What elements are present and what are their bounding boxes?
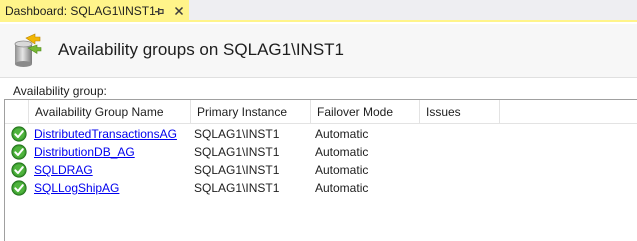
- healthy-check-icon: [11, 162, 27, 178]
- failover-mode-cell: Automatic: [315, 181, 369, 195]
- healthy-check-icon: [11, 126, 27, 142]
- document-tab-strip: Dashboard: SQLAG1\INST1: [0, 0, 637, 22]
- column-header-filler: [500, 100, 637, 124]
- page-title: Availability groups on SQLAG1\INST1: [58, 40, 344, 59]
- table-row[interactable]: SQLDRAG SQLAG1\INST1 Automatic: [5, 161, 637, 179]
- availability-group-icon: [13, 32, 43, 68]
- dashboard-tab[interactable]: Dashboard: SQLAG1\INST1: [0, 0, 189, 22]
- pin-icon[interactable]: [152, 4, 166, 18]
- dashboard-tab-title[interactable]: Dashboard: SQLAG1\INST1: [5, 4, 156, 18]
- dashboard-header: Availability groups on SQLAG1\INST1: [0, 24, 637, 78]
- column-header-issues[interactable]: Issues: [420, 100, 500, 124]
- ag-name-link[interactable]: SQLLogShipAG: [34, 180, 119, 196]
- ag-name-link[interactable]: DistributionDB_AG: [34, 144, 135, 160]
- failover-mode-cell: Automatic: [315, 163, 369, 177]
- healthy-check-icon: [11, 180, 27, 196]
- column-header-ag-name[interactable]: Availability Group Name: [29, 100, 191, 124]
- primary-instance-cell: SQLAG1\INST1: [194, 127, 280, 141]
- primary-instance-cell: SQLAG1\INST1: [194, 163, 280, 177]
- column-header-primary-instance[interactable]: Primary Instance: [191, 100, 311, 124]
- failover-mode-cell: Automatic: [315, 127, 369, 141]
- table-row[interactable]: DistributionDB_AG SQLAG1\INST1 Automatic: [5, 143, 637, 161]
- primary-instance-cell: SQLAG1\INST1: [194, 181, 280, 195]
- close-icon[interactable]: [172, 4, 186, 18]
- ag-name-link[interactable]: SQLDRAG: [34, 162, 93, 178]
- availability-group-grid: Availability Group Name Primary Instance…: [4, 99, 637, 241]
- table-row[interactable]: DistributedTransactionsAG SQLAG1\INST1 Aut…: [5, 125, 637, 143]
- ag-name-link[interactable]: DistributedTransactionsAG: [34, 126, 177, 142]
- status-column-header[interactable]: [5, 100, 29, 124]
- healthy-check-icon: [11, 144, 27, 160]
- column-header-failover-mode[interactable]: Failover Mode: [311, 100, 420, 124]
- table-row[interactable]: SQLLogShipAG SQLAG1\INST1 Automatic: [5, 179, 637, 197]
- availability-group-section-label: Availability group:: [13, 84, 107, 98]
- primary-instance-cell: SQLAG1\INST1: [194, 145, 280, 159]
- failover-mode-cell: Automatic: [315, 145, 369, 159]
